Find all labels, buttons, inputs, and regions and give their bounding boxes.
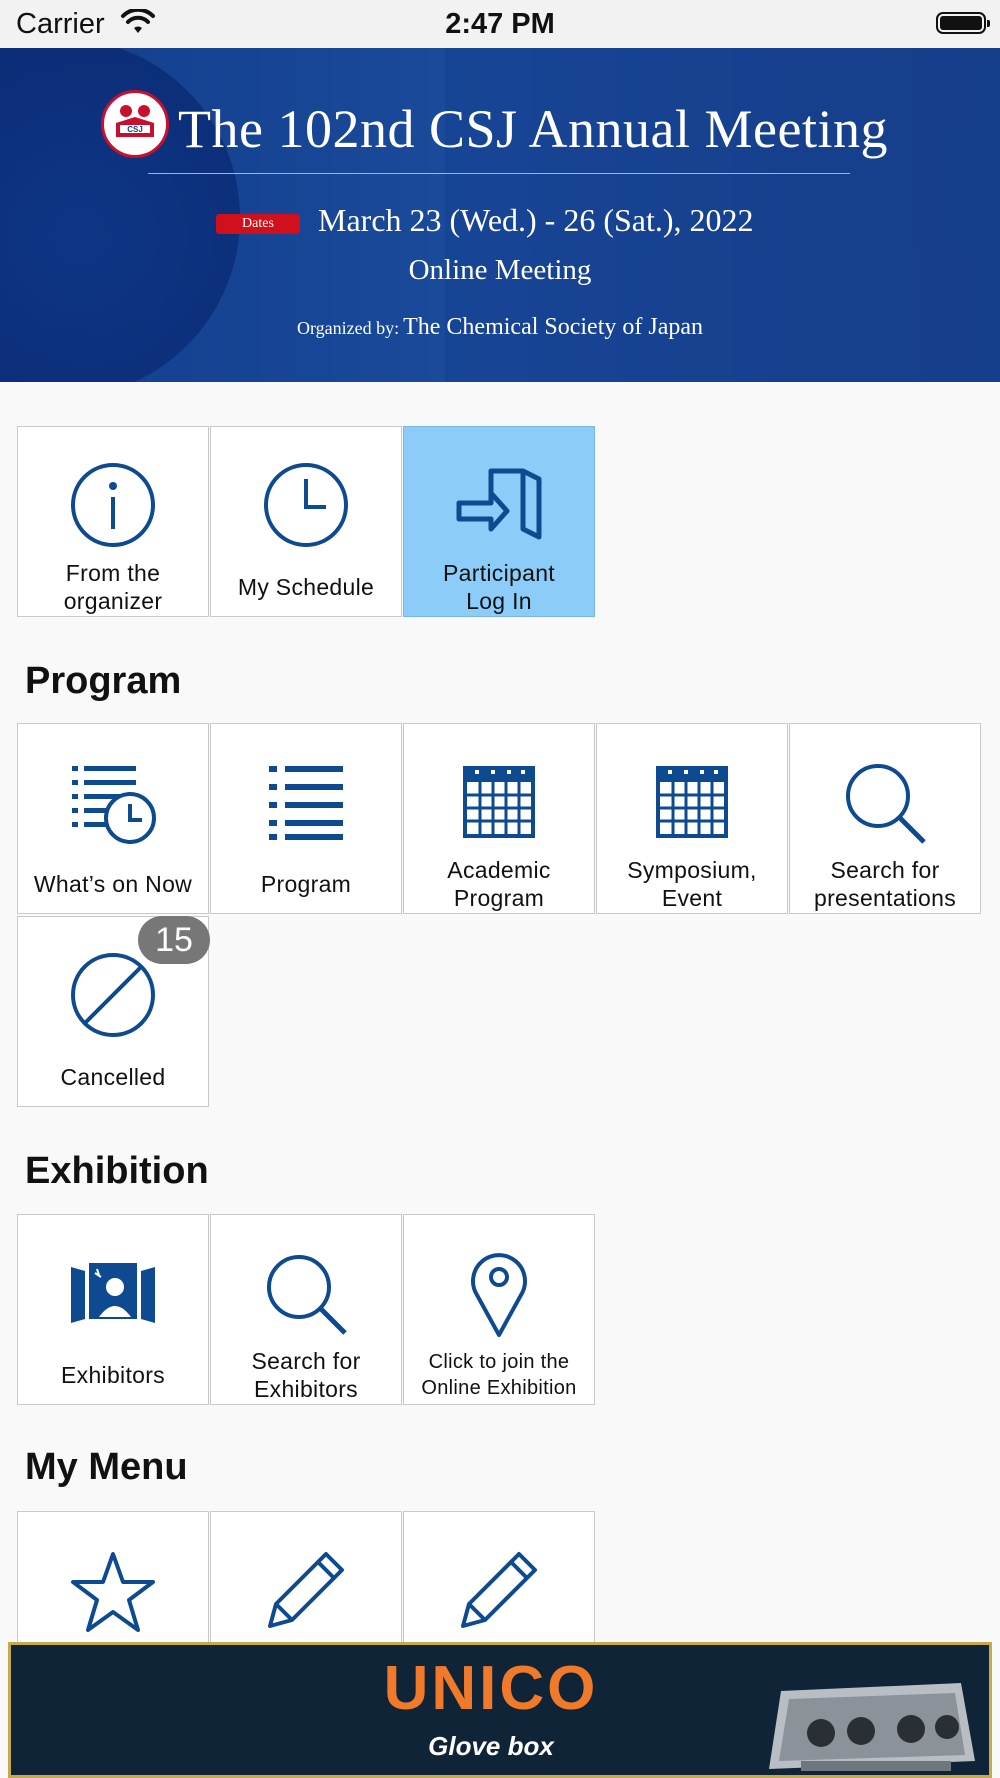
- list-clock-icon: [18, 762, 208, 853]
- map-pin-icon: [404, 1249, 594, 1344]
- tile-symposium-event[interactable]: Symposium, Event: [596, 723, 788, 914]
- section-title-exhibition: Exhibition: [25, 1150, 209, 1192]
- tile-exhibitors[interactable]: Exhibitors: [17, 1214, 209, 1405]
- section-title-my-menu: My Menu: [25, 1446, 188, 1488]
- tile-label: Search for Exhibitors: [251, 1348, 361, 1402]
- tile-label: Participant Log In: [443, 560, 555, 614]
- tile-label: From the organizer: [63, 560, 163, 614]
- tile-academic-program[interactable]: Academic Program: [403, 723, 595, 914]
- dates-badge: Dates: [216, 214, 300, 234]
- organized-by-label: Organized by:: [296, 318, 400, 338]
- tile-label: Program: [260, 871, 352, 897]
- tile-online-exhibition[interactable]: Click to join the Online Exhibition: [403, 1214, 595, 1405]
- tile-label: Search for presentations: [814, 857, 956, 911]
- exhibitor-booth-icon: [18, 1261, 208, 1332]
- cancel-icon: [18, 951, 208, 1044]
- login-icon: [404, 465, 594, 550]
- cancelled-count-badge: 15: [138, 916, 210, 964]
- banner-divider: [148, 173, 850, 174]
- glove-box-image: [761, 1671, 981, 1775]
- section-title-program: Program: [25, 660, 182, 702]
- tile-label: Click to join the Online Exhibition: [421, 1351, 577, 1399]
- tile-participant-login[interactable]: Participant Log In: [403, 426, 595, 617]
- battery-icon: [936, 12, 990, 34]
- pencil-icon: [211, 1546, 401, 1639]
- calendar-icon: [597, 764, 787, 845]
- banner-format: Online Meeting: [408, 254, 592, 286]
- status-bar: Carrier 2:47 PM: [0, 0, 1000, 48]
- tile-program[interactable]: Program: [210, 723, 402, 914]
- tile-label: Symposium, Event: [627, 857, 757, 911]
- tile-label: Cancelled: [60, 1064, 166, 1090]
- tile-whats-on-now[interactable]: What’s on Now: [17, 723, 209, 914]
- banner-title: The 102nd CSJ Annual Meeting: [178, 99, 888, 159]
- search-icon: [211, 1249, 401, 1344]
- tile-search-presentations[interactable]: Search for presentations: [789, 723, 981, 914]
- banner-dates: March 23 (Wed.) - 26 (Sat.), 2022: [318, 202, 754, 238]
- calendar-icon: [404, 764, 594, 845]
- star-icon: [18, 1550, 208, 1639]
- info-icon: [18, 461, 208, 554]
- event-banner: CSJ The 102nd CSJ Annual Meeting Dates M…: [0, 48, 1000, 382]
- list-icon: [211, 764, 401, 845]
- pencil-icon: [404, 1546, 594, 1639]
- clock-time: 2:47 PM: [445, 8, 555, 40]
- banner-organizer: Organized by: The Chemical Society of Ja…: [0, 314, 1000, 341]
- tile-label: Academic Program: [447, 857, 551, 911]
- tile-search-exhibitors[interactable]: Search for Exhibitors: [210, 1214, 402, 1405]
- tile-from-organizer[interactable]: From the organizer: [17, 426, 209, 617]
- search-icon: [790, 758, 980, 853]
- tile-label: My Schedule: [237, 574, 375, 600]
- tile-label: Exhibitors: [61, 1362, 165, 1388]
- tile-my-schedule[interactable]: My Schedule: [210, 426, 402, 617]
- tile-label: What’s on Now: [33, 871, 193, 897]
- ad-banner[interactable]: UNICO Glove box: [8, 1642, 992, 1778]
- svg-text:CSJ: CSJ: [127, 125, 143, 134]
- organizer-name: The Chemical Society of Japan: [403, 314, 704, 340]
- csj-logo-icon: CSJ: [101, 90, 169, 158]
- clock-icon: [211, 461, 401, 554]
